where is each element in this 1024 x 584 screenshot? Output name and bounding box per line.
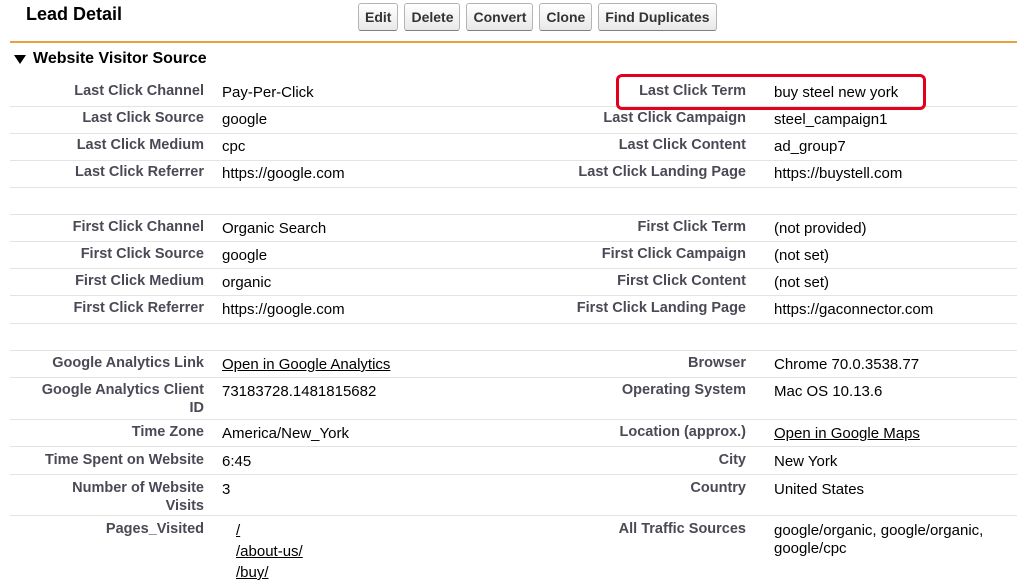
highlight-box — [616, 74, 926, 110]
first-click-referrer-label: First Click Referrer — [73, 300, 204, 316]
table-row: Time Spent on Website 6:45 City New York — [10, 447, 1017, 475]
find-duplicates-button[interactable]: Find Duplicates — [598, 3, 717, 31]
last-click-source-value: google — [222, 111, 268, 128]
last-click-medium-label: Last Click Medium — [76, 137, 204, 153]
first-click-medium-label: First Click Medium — [75, 273, 204, 289]
website-visits-label: Number of Website Visits — [72, 480, 204, 514]
collapse-triangle-icon[interactable] — [14, 55, 26, 64]
last-click-campaign-label: Last Click Campaign — [603, 110, 746, 126]
table-row: First Click Source google First Click Ca… — [10, 242, 1017, 269]
table-row: Last Click Medium cpc Last Click Content… — [10, 134, 1017, 161]
first-click-campaign-label: First Click Campaign — [601, 246, 746, 262]
last-click-channel-label: Last Click Channel — [74, 83, 204, 99]
last-click-source-label: Last Click Source — [82, 110, 204, 126]
last-click-campaign-value: steel_campaign1 — [774, 111, 888, 128]
first-click-landing-page-label: First Click Landing Page — [576, 300, 746, 316]
pages-visited-label: Pages_Visited — [105, 521, 204, 537]
open-in-google-analytics-link[interactable]: Open in Google Analytics — [222, 356, 390, 373]
last-click-medium-value: cpc — [222, 138, 246, 155]
browser-label: Browser — [687, 355, 746, 371]
table-row: Google Analytics Client ID 73183728.1481… — [10, 378, 1017, 420]
first-click-channel-label: First Click Channel — [72, 219, 204, 235]
operating-system-value: Mac OS 10.13.6 — [774, 383, 883, 400]
first-click-term-label: First Click Term — [637, 219, 746, 235]
first-click-source-label: First Click Source — [80, 246, 204, 262]
ga-link-label: Google Analytics Link — [52, 355, 204, 371]
table-row: Last Click Source google Last Click Camp… — [10, 107, 1017, 134]
city-label: City — [718, 452, 746, 468]
table-row: Number of Website Visits 3 Country Unite… — [10, 475, 1017, 516]
first-click-content-label: First Click Content — [617, 273, 746, 289]
time-zone-label: Time Zone — [131, 424, 204, 440]
country-value: United States — [774, 481, 865, 498]
section-title: Website Visitor Source — [33, 50, 207, 67]
spacer-row — [10, 188, 1017, 215]
time-zone-value: America/New_York — [222, 425, 349, 442]
last-click-landing-page-label: Last Click Landing Page — [578, 164, 746, 180]
ga-client-id-label: Google Analytics Client ID — [41, 382, 204, 416]
first-click-referrer-value: https://google.com — [222, 301, 345, 318]
last-click-referrer-label: Last Click Referrer — [75, 164, 204, 180]
clone-button[interactable]: Clone — [539, 3, 593, 31]
page-link[interactable]: /buy/ — [236, 564, 562, 582]
time-spent-value: 6:45 — [222, 453, 252, 470]
time-spent-label: Time Spent on Website — [45, 452, 204, 468]
section-header[interactable]: Website Visitor Source — [14, 50, 207, 68]
ga-client-id-value: 73183728.1481815682 — [222, 383, 377, 400]
first-click-content-value: (not set) — [774, 274, 830, 291]
first-click-medium-value: organic — [222, 274, 272, 291]
page-link[interactable]: / — [236, 522, 562, 540]
operating-system-label: Operating System — [621, 382, 746, 398]
city-value: New York — [774, 453, 838, 470]
last-click-channel-value: Pay-Per-Click — [222, 84, 314, 101]
open-in-google-maps-link[interactable]: Open in Google Maps — [774, 425, 920, 442]
first-click-landing-page-value: https://gaconnector.com — [774, 301, 934, 318]
all-traffic-sources-label: All Traffic Sources — [618, 521, 746, 537]
country-label: Country — [690, 480, 746, 496]
first-click-term-value: (not provided) — [774, 220, 867, 237]
last-click-referrer-value: https://google.com — [222, 165, 345, 182]
page-header: Lead Detail Edit Delete Convert Clone Fi… — [0, 0, 1024, 42]
table-row: First Click Channel Organic Search First… — [10, 215, 1017, 242]
all-traffic-sources-value: google/organic, google/organic, google/c… — [774, 522, 984, 557]
table-row: Pages_Visited / /about-us/ /buy/ All Tra… — [10, 516, 1017, 582]
browser-value: Chrome 70.0.3538.77 — [774, 356, 920, 373]
section-divider — [10, 41, 1017, 43]
last-click-content-label: Last Click Content — [618, 137, 746, 153]
first-click-source-value: google — [222, 247, 268, 264]
toolbar: Edit Delete Convert Clone Find Duplicate… — [358, 3, 717, 31]
location-label: Location (approx.) — [619, 424, 746, 440]
delete-button[interactable]: Delete — [404, 3, 461, 31]
last-click-content-value: ad_group7 — [774, 138, 846, 155]
table-row: First Click Medium organic First Click C… — [10, 269, 1017, 296]
table-row: Last Click Referrer https://google.com L… — [10, 161, 1017, 188]
table-row: Google Analytics Link Open in Google Ana… — [10, 351, 1017, 378]
convert-button[interactable]: Convert — [466, 3, 534, 31]
spacer-row — [10, 324, 1017, 351]
table-row: First Click Referrer https://google.com … — [10, 296, 1017, 324]
first-click-channel-value: Organic Search — [222, 220, 327, 237]
table-row: Time Zone America/New_York Location (app… — [10, 420, 1017, 447]
first-click-campaign-value: (not set) — [774, 247, 830, 264]
edit-button[interactable]: Edit — [358, 3, 399, 31]
last-click-landing-page-value: https://buystell.com — [774, 165, 903, 182]
page-link[interactable]: /about-us/ — [236, 543, 562, 561]
website-visits-value: 3 — [222, 481, 231, 498]
page-title: Lead Detail — [26, 4, 123, 24]
pages-visited-list: / /about-us/ /buy/ — [222, 522, 562, 582]
